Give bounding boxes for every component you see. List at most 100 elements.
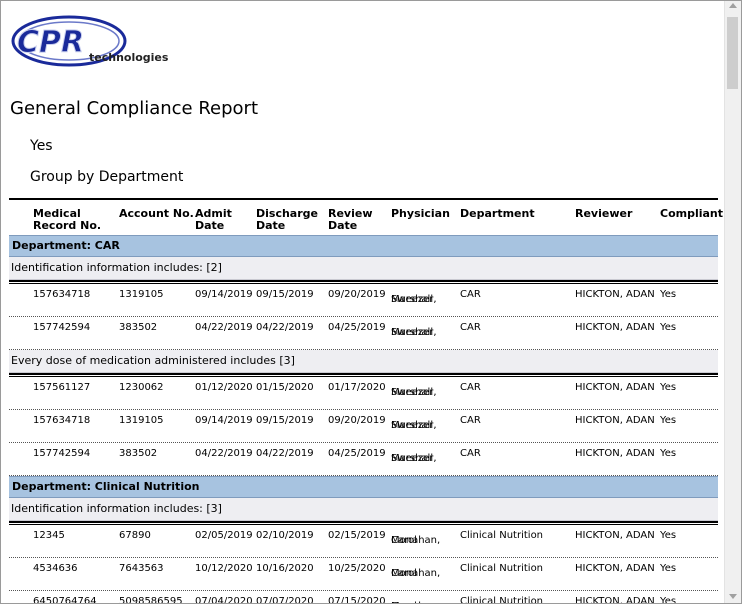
cell-account: 383502 xyxy=(119,322,158,333)
cell-review-date: 09/20/2019 xyxy=(328,289,386,300)
cell-discharge-date: 10/16/2020 xyxy=(256,563,314,574)
cell-compliant: Yes xyxy=(660,289,677,300)
cell-compliant: Yes xyxy=(660,382,677,393)
cell-account: 1319105 xyxy=(119,289,164,300)
cell-mrn: 6450764764 xyxy=(33,596,97,603)
cell-review-date: 07/15/2020 xyxy=(328,596,386,603)
cell-admit-date: 09/14/2019 xyxy=(195,415,253,426)
col-medical-record-line2: Record No. xyxy=(33,219,102,232)
cell-department: CAR xyxy=(460,448,481,459)
cell-reviewer: HICKTON, ADAN xyxy=(575,322,655,333)
cell-reviewer: HICKTON, ADAN xyxy=(575,382,655,393)
cell-reviewer: HICKTON, ADAN xyxy=(575,530,655,541)
cell-compliant: Yes xyxy=(660,448,677,459)
cell-account: 67890 xyxy=(119,530,151,541)
col-compliant: Compliant xyxy=(660,207,724,220)
cell-reviewer: HICKTON, ADAN xyxy=(575,289,655,300)
cell-department: CAR xyxy=(460,322,481,333)
col-reviewer: Reviewer xyxy=(575,207,633,220)
col-physician: Physician xyxy=(391,207,450,220)
cell-admit-date: 10/12/2020 xyxy=(195,563,253,574)
cell-mrn: 4534636 xyxy=(33,563,78,574)
col-review-date: Review Date xyxy=(328,208,373,232)
cell-admit-date: 01/12/2020 xyxy=(195,382,253,393)
cell-discharge-date: 02/10/2019 xyxy=(256,530,314,541)
cell-admit-date: 04/22/2019 xyxy=(195,448,253,459)
logo-sub-text: technologies xyxy=(89,51,169,64)
cell-account: 383502 xyxy=(119,448,158,459)
cell-discharge-date: 01/15/2020 xyxy=(256,382,314,393)
physician-first-name: Marshall xyxy=(391,327,434,338)
cell-compliant: Yes xyxy=(660,415,677,426)
scrollbar-thumb[interactable] xyxy=(727,17,738,89)
cell-mrn: 157742594 xyxy=(33,448,91,459)
physician-first-name: Marshall xyxy=(391,294,434,305)
logo-mark-text: CPR xyxy=(17,25,84,60)
cell-account: 7643563 xyxy=(119,563,164,574)
cell-discharge-date: 04/22/2019 xyxy=(256,448,314,459)
col-admit-line2: Date xyxy=(195,219,225,232)
table-body: Department: CAR Identification informatio… xyxy=(9,235,718,603)
physician-first-name: Carol xyxy=(391,568,417,579)
vertical-scrollbar[interactable] xyxy=(724,1,741,603)
scroll-down-arrow-icon[interactable] xyxy=(729,594,737,599)
physician-first-name: Marshall xyxy=(391,453,434,464)
department-band: Department: Clinical Nutrition xyxy=(9,476,718,498)
compliance-table: Medical Record No. Account No. Admit Date … xyxy=(9,198,723,603)
report-param-grouping: Group by Department xyxy=(30,169,184,185)
cell-department: CAR xyxy=(460,289,481,300)
cell-reviewer: HICKTON, ADAN xyxy=(575,563,655,574)
cell-mrn: 157561127 xyxy=(33,382,91,393)
col-discharge-date: Discharge Date xyxy=(256,208,318,232)
cell-admit-date: 04/22/2019 xyxy=(195,322,253,333)
table-row: 12345 67890 02/05/2019 02/10/2019 02/15/2019… xyxy=(9,525,718,558)
cell-review-date: 10/25/2020 xyxy=(328,563,386,574)
report-title: General Compliance Report xyxy=(10,98,259,119)
cell-compliant: Yes xyxy=(660,322,677,333)
cell-review-date: 02/15/2019 xyxy=(328,530,386,541)
col-discharge-line2: Date xyxy=(256,219,286,232)
group-label: Identification information includes: [3] xyxy=(9,498,718,521)
cell-compliant: Yes xyxy=(660,563,677,574)
cell-review-date: 09/20/2019 xyxy=(328,415,386,426)
col-review-line2: Date xyxy=(328,219,358,232)
cell-review-date: 01/17/2020 xyxy=(328,382,386,393)
cell-review-date: 04/25/2019 xyxy=(328,448,386,459)
cell-discharge-date: 09/15/2019 xyxy=(256,415,314,426)
table-row: 157742594 383502 04/22/2019 04/22/2019 04/25… xyxy=(9,317,718,350)
table-row: 4534636 7643563 10/12/2020 10/16/2020 10/25/… xyxy=(9,558,718,591)
cell-compliant: Yes xyxy=(660,530,677,541)
cell-department: Clinical Nutrition xyxy=(460,530,544,541)
cell-admit-date: 09/14/2019 xyxy=(195,289,253,300)
department-band: Department: CAR xyxy=(9,235,718,257)
group-label: Identification information includes: [2] xyxy=(9,257,718,280)
physician-first-name: Marshall xyxy=(391,420,434,431)
report-param-include: Yes xyxy=(30,138,53,154)
table-row: 157742594 383502 04/22/2019 04/22/2019 04/25… xyxy=(9,443,718,476)
col-department: Department xyxy=(460,207,535,220)
cell-account: 1319105 xyxy=(119,415,164,426)
cell-mrn: 157634718 xyxy=(33,289,91,300)
scroll-up-arrow-icon[interactable] xyxy=(729,3,737,8)
cell-admit-date: 02/05/2019 xyxy=(195,530,253,541)
cell-department: Clinical Nutrition xyxy=(460,596,544,603)
cell-department: CAR xyxy=(460,415,481,426)
cell-account: 1230062 xyxy=(119,382,164,393)
col-medical-record: Medical Record No. xyxy=(33,208,101,232)
col-admit-date: Admit Date xyxy=(195,208,232,232)
cell-department: CAR xyxy=(460,382,481,393)
col-account: Account No. xyxy=(119,207,194,220)
table-row: 6450764764 5098586595 07/04/2020 07/07/2020… xyxy=(9,591,718,603)
physician-first-name: Carol xyxy=(391,535,417,546)
table-row: 157634718 1319105 09/14/2019 09/15/2019 09/2… xyxy=(9,410,718,443)
cell-reviewer: HICKTON, ADAN xyxy=(575,415,655,426)
cell-admit-date: 07/04/2020 xyxy=(195,596,253,603)
report-viewer: CPR technologies General Compliance Repo… xyxy=(0,0,742,604)
cell-account: 5098586595 xyxy=(119,596,183,603)
physician-first-name: Carol xyxy=(391,601,417,603)
table-header: Medical Record No. Account No. Admit Date … xyxy=(9,200,723,235)
table-row: 157561127 1230062 01/12/2020 01/15/2020 01/1… xyxy=(9,377,718,410)
cell-mrn: 157742594 xyxy=(33,322,91,333)
group-label: Every dose of medication administered in… xyxy=(9,350,718,373)
cell-department: Clinical Nutrition xyxy=(460,563,544,574)
